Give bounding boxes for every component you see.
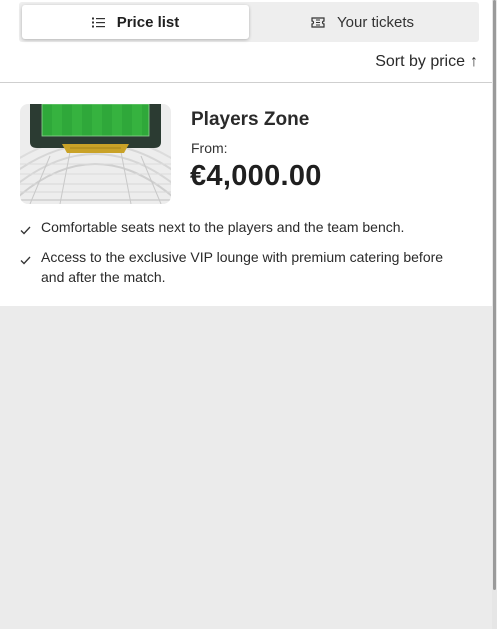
- sort-bar: Sort by price ↑: [0, 43, 492, 83]
- arrow-up-icon: ↑: [470, 53, 478, 70]
- tab-price-list-label: Price list: [116, 13, 180, 31]
- sort-label: Sort by price: [375, 53, 465, 70]
- scrollbar-thumb[interactable]: [493, 0, 496, 590]
- list-icon: [91, 17, 105, 28]
- stadium-seating-image: [20, 104, 171, 204]
- feature-text: Comfortable seats next to the players an…: [41, 219, 405, 235]
- tab-your-tickets[interactable]: Your tickets: [249, 5, 476, 39]
- price-value: €4,000.00: [190, 160, 322, 192]
- tab-price-list[interactable]: Price list: [22, 5, 249, 39]
- list-item: Comfortable seats next to the players an…: [20, 217, 460, 240]
- feature-list: Comfortable seats next to the players an…: [20, 217, 460, 294]
- list-item: Access to the exclusive VIP lounge with …: [20, 247, 460, 287]
- check-icon: [20, 247, 33, 287]
- ticket-icon: [311, 16, 325, 28]
- view-tabs: Price list Your tickets: [19, 2, 479, 42]
- zone-title: Players Zone: [191, 109, 310, 130]
- sort-by-price-button[interactable]: Sort by price ↑: [375, 53, 478, 71]
- tab-your-tickets-label: Your tickets: [337, 13, 414, 31]
- price-list-panel: Price list Your tickets Sort by price ↑: [0, 0, 492, 306]
- check-icon: [20, 217, 33, 240]
- price-from-label: From:: [191, 140, 228, 156]
- scrollbar[interactable]: [492, 0, 497, 629]
- feature-text: Access to the exclusive VIP lounge with …: [41, 249, 444, 285]
